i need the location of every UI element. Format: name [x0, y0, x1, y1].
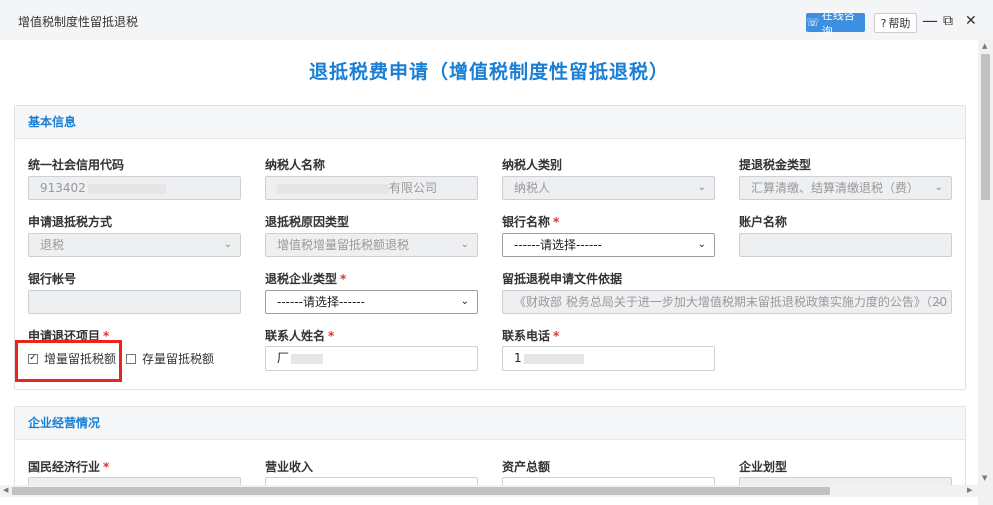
refund-item-stock-label: 存量留抵税额 — [142, 352, 215, 366]
refund-method-select[interactable]: 退税 ⌄ — [28, 233, 241, 257]
online-consult-button[interactable]: ☏ 在线咨询 — [806, 9, 865, 38]
account-name-label: 账户名称 — [739, 215, 788, 229]
enterprise-scale-label: 企业划型 — [739, 460, 788, 474]
chevron-down-icon: ⌄ — [697, 182, 706, 193]
required-mark: * — [340, 272, 347, 286]
taxpayer-name-label: 纳税人名称 — [265, 158, 326, 172]
operations-heading: 企业经营情况 — [15, 407, 965, 440]
required-mark: * — [328, 329, 335, 343]
redacted-mask — [87, 183, 166, 194]
bank-account-field[interactable] — [28, 290, 241, 314]
enterprise-type-select[interactable]: ------请选择------ ⌄ — [265, 290, 478, 314]
contact-name-label-text: 联系人姓名 — [265, 329, 326, 343]
chevron-down-icon: ⌄ — [460, 296, 469, 307]
taxpayer-name-value: 有限公司 — [389, 181, 438, 195]
contact-phone-value: 1 — [514, 351, 522, 365]
page-title: 退抵税费申请（增值税制度性留抵退税） — [308, 61, 669, 83]
required-mark: * — [553, 329, 560, 343]
enterprise-scale-field[interactable] — [739, 477, 952, 485]
horizontal-scroll-thumb[interactable] — [12, 487, 830, 495]
form-content: 退抵税费申请（增值税制度性留抵退税） 基本信息 统一社会信用代码 913402 … — [0, 40, 978, 485]
taxpayer-type-value: 纳税人 — [514, 181, 551, 195]
refund-item-stock[interactable]: 存量留抵税额 — [126, 350, 214, 367]
help-label: 帮助 — [888, 17, 911, 30]
vertical-scrollbar[interactable]: ▲ ▼ — [978, 40, 993, 485]
bank-name-label-text: 银行名称 — [502, 215, 551, 229]
basis-doc-value: 《财政部 税务总局关于进一步加大增值税期末留抵退税政策实施力度的公告》（20 — [514, 295, 948, 309]
required-mark: * — [553, 215, 560, 229]
scroll-up-icon[interactable]: ▲ — [982, 42, 987, 50]
taxpayer-type-label: 纳税人类别 — [502, 158, 563, 172]
refund-method-value: 退税 — [40, 238, 65, 252]
enterprise-type-value: ------请选择------ — [277, 295, 365, 309]
contact-name-value: 厂 — [277, 351, 290, 365]
chevron-down-icon: ⌄ — [934, 296, 943, 307]
highlight-box — [15, 340, 122, 382]
basic-info-panel: 基本信息 统一社会信用代码 913402 纳税人名称 有限公司 纳税人类别 纳税… — [14, 105, 966, 390]
reason-type-label: 退抵税原因类型 — [265, 215, 350, 229]
industry-label-text: 国民经济行业 — [28, 460, 101, 474]
scroll-right-icon[interactable]: ▶ — [967, 486, 972, 494]
redacted-mask — [277, 183, 389, 194]
taxpayer-type-select[interactable]: 纳税人 ⌄ — [502, 176, 715, 200]
vertical-scroll-thumb[interactable] — [981, 54, 990, 200]
basis-doc-label: 留抵退税申请文件依据 — [502, 272, 623, 286]
enterprise-type-label: 退税企业类型 * — [265, 270, 346, 287]
help-button[interactable]: ? 帮助 — [874, 13, 917, 33]
refund-type-select[interactable]: 汇算清缴、结算清缴退税（费） ⌄ — [739, 176, 952, 200]
chevron-down-icon: ⌄ — [460, 239, 469, 250]
horizontal-scrollbar[interactable]: ◀ ▶ — [0, 485, 978, 497]
window-bottom-edge — [0, 497, 978, 505]
reason-type-select[interactable]: 增值税增量留抵税额退税 ⌄ — [265, 233, 478, 257]
contact-name-field[interactable]: 厂 — [265, 346, 478, 371]
refund-type-label: 提退税金类型 — [739, 158, 812, 172]
revenue-field[interactable] — [265, 477, 478, 485]
bank-name-label: 银行名称 * — [502, 213, 559, 230]
basic-info-heading: 基本信息 — [15, 106, 965, 139]
basis-doc-select[interactable]: 《财政部 税务总局关于进一步加大增值税期末留抵退税政策实施力度的公告》（20 ⌄ — [502, 290, 952, 314]
enterprise-type-label-text: 退税企业类型 — [265, 272, 338, 286]
contact-phone-label: 联系电话 * — [502, 327, 559, 344]
checkbox-unchecked-icon[interactable] — [126, 353, 136, 364]
chevron-down-icon: ⌄ — [934, 182, 943, 193]
total-assets-field[interactable] — [502, 477, 715, 485]
window-titlebar: 增值税制度性留抵退税 ☏ 在线咨询 ? 帮助 — ⧉ ✕ — [0, 0, 993, 41]
refund-type-value: 汇算清缴、结算清缴退税（费） — [751, 181, 920, 195]
account-name-field[interactable] — [739, 233, 952, 257]
scroll-left-icon[interactable]: ◀ — [3, 486, 8, 494]
contact-phone-field[interactable]: 1 — [502, 346, 715, 371]
close-icon[interactable]: ✕ — [965, 11, 977, 31]
question-icon: ? — [880, 16, 887, 30]
bank-name-select[interactable]: ------请选择------ ⌄ — [502, 233, 715, 257]
redacted-mask — [523, 353, 584, 364]
maximize-icon[interactable]: ⧉ — [943, 11, 953, 31]
reason-type-value: 增值税增量留抵税额退税 — [277, 238, 410, 252]
operations-panel: 企业经营情况 国民经济行业 * 营业收入 资产总额 企业划型 — [14, 406, 966, 485]
total-assets-label: 资产总额 — [502, 460, 551, 474]
bank-account-label: 银行帐号 — [28, 272, 77, 286]
credit-code-value: 913402 — [40, 181, 86, 195]
scroll-down-icon[interactable]: ▼ — [982, 474, 987, 482]
online-consult-label: 在线咨询 — [821, 8, 855, 38]
contact-phone-label-text: 联系电话 — [502, 329, 551, 343]
taxpayer-name-field[interactable]: 有限公司 — [265, 176, 478, 200]
chevron-down-icon: ⌄ — [697, 239, 706, 250]
headset-icon: ☏ — [806, 16, 820, 29]
contact-name-label: 联系人姓名 * — [265, 327, 334, 344]
revenue-label: 营业收入 — [265, 460, 314, 474]
credit-code-label: 统一社会信用代码 — [28, 158, 125, 172]
bank-name-value: ------请选择------ — [514, 238, 602, 252]
refund-method-label: 申请退抵税方式 — [28, 215, 113, 229]
required-mark: * — [103, 460, 110, 474]
industry-field[interactable] — [28, 477, 241, 485]
window-title: 增值税制度性留抵退税 — [18, 15, 139, 29]
industry-label: 国民经济行业 * — [28, 458, 109, 475]
scrollbar-corner — [978, 485, 993, 505]
credit-code-field[interactable]: 913402 — [28, 176, 241, 200]
minimize-icon[interactable]: — — [922, 11, 938, 31]
chevron-down-icon: ⌄ — [223, 239, 232, 250]
redacted-mask — [291, 353, 324, 364]
